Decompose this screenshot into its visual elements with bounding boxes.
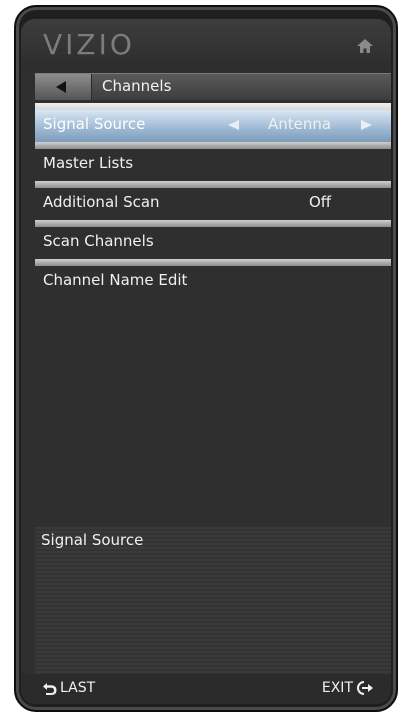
vizio-logo: VIZIO [43,28,135,61]
exit-button[interactable]: EXIT [322,680,373,696]
menu-item-signal-source[interactable]: Signal Source Antenna [35,103,391,142]
menu-item-label: Master Lists [43,154,134,172]
menu-item-value: Off [309,193,332,211]
last-label: LAST [60,680,96,696]
left-arrow-icon[interactable] [227,119,239,131]
menu-item-additional-scan[interactable]: Additional Scan Off [35,181,391,220]
description-panel: Signal Source [35,527,391,674]
return-arrow-icon [43,682,57,695]
menu-item-scan-channels[interactable]: Scan Channels [35,220,391,259]
back-arrow-icon [56,81,66,93]
last-button[interactable]: LAST [43,680,95,696]
channels-menu: Signal Source Antenna Master Lists Addit… [35,103,391,298]
menu-item-divider [35,181,391,188]
menu-item-master-lists[interactable]: Master Lists [35,142,391,181]
menu-item-highlight: Signal Source Antenna [35,110,391,142]
menu-item-label: Channel Name Edit [43,271,188,289]
back-button[interactable] [35,74,92,100]
menu-item-divider [35,259,391,266]
footer-bar: LAST EXIT [21,674,391,704]
menu-item-label: Signal Source [43,115,146,133]
menu-item-label: Additional Scan [43,193,160,211]
menu-item-divider [35,142,391,149]
menu-panel: VIZIO Channels Signal Source Antenna Mas… [21,19,391,704]
description-text: Signal Source [41,531,144,549]
breadcrumb-title: Channels [102,77,172,95]
exit-icon [357,681,373,695]
breadcrumb: Channels [35,73,391,100]
menu-item-divider [35,103,391,110]
menu-item-divider [35,220,391,227]
exit-label: EXIT [321,680,353,696]
menu-item-label: Scan Channels [43,232,154,250]
header-bar: VIZIO [21,19,391,71]
menu-item-value: Antenna [268,115,332,133]
right-arrow-icon[interactable] [361,119,373,131]
home-icon[interactable] [357,39,373,53]
menu-item-channel-name-edit[interactable]: Channel Name Edit [35,259,391,298]
